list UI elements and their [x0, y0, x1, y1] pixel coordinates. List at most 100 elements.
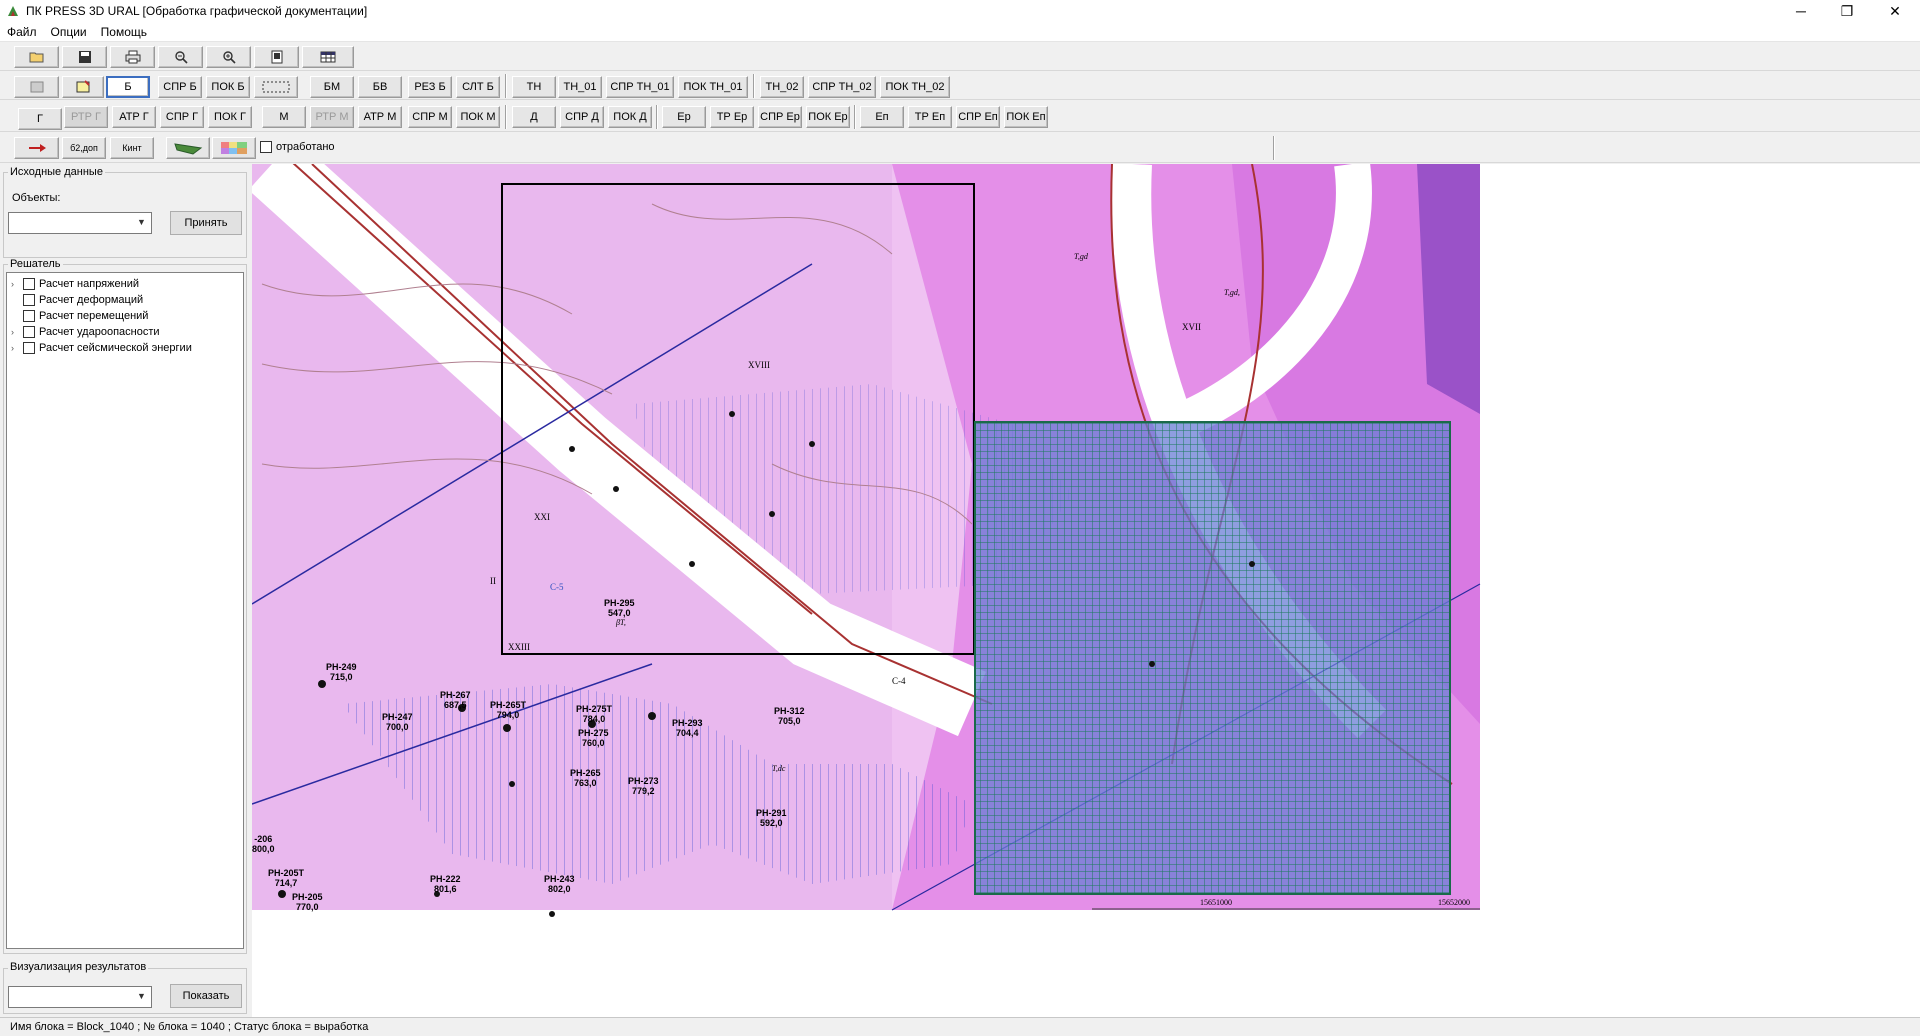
spr-tn01-button[interactable]: СПР ТН_01 — [606, 76, 674, 98]
bm-button[interactable]: БМ — [310, 76, 354, 98]
pok-tn01-button[interactable]: ПОК ТН_01 — [678, 76, 748, 98]
map-label: T,gd, — [1224, 288, 1240, 297]
checkbox-box[interactable] — [23, 341, 35, 354]
spr-en-button[interactable]: СПР Еп — [956, 106, 1000, 128]
tr-ep-button[interactable]: ТР Ер — [710, 106, 754, 128]
print-button[interactable] — [110, 46, 155, 68]
dotted-selection-icon — [262, 81, 290, 93]
rtr-g-button[interactable]: РТР Г — [64, 106, 108, 128]
zoom-out-button[interactable] — [158, 46, 203, 68]
tree-item-label: Расчет деформаций — [39, 293, 144, 306]
zoom-in-button[interactable] — [206, 46, 251, 68]
map-label: XXI — [534, 512, 550, 522]
coord-label: 15652000 — [1438, 898, 1470, 907]
checkbox-box[interactable] — [23, 325, 35, 338]
en-button[interactable]: Еп — [860, 106, 904, 128]
m-button[interactable]: М — [262, 106, 306, 128]
tree-item-displacement[interactable]: Расчет перемещений — [11, 308, 148, 323]
tn-button[interactable]: ТН — [512, 76, 556, 98]
coord-label: 15651000 — [1200, 898, 1232, 907]
worked-out-checkbox[interactable]: отработано — [260, 141, 335, 153]
minimize-button[interactable]: ─ — [1778, 0, 1824, 22]
separator — [505, 74, 507, 98]
menu-bar: Файл Опции Помощь — [0, 22, 1920, 42]
b2-dop-button[interactable]: б2,доп — [62, 137, 106, 159]
menu-file[interactable]: Файл — [0, 22, 44, 42]
rez-b-button[interactable]: РЕЗ Б — [408, 76, 452, 98]
tr-en-button[interactable]: ТР Еп — [908, 106, 952, 128]
b-button[interactable]: Б — [106, 76, 150, 98]
pok-g-button[interactable]: ПОК Г — [208, 106, 252, 128]
tree-item-deformation[interactable]: Расчет деформаций — [11, 292, 143, 307]
ep-button[interactable]: Ер — [662, 106, 706, 128]
restore-button[interactable]: ❐ — [1824, 0, 1870, 22]
pok-d-button[interactable]: ПОК Д — [608, 106, 652, 128]
slt-b-button[interactable]: СЛТ Б — [456, 76, 500, 98]
checkbox-box[interactable] — [23, 293, 35, 306]
viz-combo[interactable]: ▼ — [8, 986, 152, 1008]
expand-icon[interactable]: › — [11, 327, 23, 337]
accept-button[interactable]: Принять — [170, 211, 242, 235]
tree-item-outburst[interactable]: › Расчет удароопасности — [11, 324, 160, 339]
objects-combo[interactable]: ▼ — [8, 212, 152, 234]
tree-item-stress[interactable]: › Расчет напряжений — [11, 276, 139, 291]
map-label: РН-273 779,2 — [628, 776, 659, 796]
separator — [753, 74, 755, 98]
close-button[interactable]: ✕ — [1870, 0, 1920, 22]
save-button[interactable] — [62, 46, 107, 68]
color-grid-button[interactable] — [212, 137, 256, 159]
expand-icon[interactable]: › — [11, 343, 23, 353]
map-label: РН-265 763,0 — [570, 768, 601, 788]
objects-label: Объекты: — [10, 192, 63, 204]
spr-tn02-button[interactable]: СПР ТН_02 — [808, 76, 876, 98]
pok-tn02-button[interactable]: ПОК ТН_02 — [880, 76, 950, 98]
k-int-button[interactable]: Кинт — [110, 137, 154, 159]
checkbox-box[interactable] — [23, 309, 35, 322]
table-button[interactable] — [302, 46, 354, 68]
frame-button[interactable] — [14, 76, 59, 98]
tree-item-label: Расчет перемещений — [39, 309, 149, 322]
d-button[interactable]: Д — [512, 106, 556, 128]
menu-help[interactable]: Помощь — [94, 22, 154, 42]
checkbox-box[interactable] — [260, 141, 272, 153]
expand-icon[interactable]: › — [11, 279, 23, 289]
toolbar-tools: б2,доп Кинт отработано — [0, 134, 1920, 163]
tn02-button[interactable]: ТН_02 — [760, 76, 804, 98]
arrow-button[interactable] — [14, 137, 59, 159]
separator — [505, 105, 507, 129]
tn01-button[interactable]: ТН_01 — [558, 76, 602, 98]
surface-button[interactable] — [166, 137, 210, 159]
spr-g-button[interactable]: СПР Г — [160, 106, 204, 128]
spr-d-button[interactable]: СПР Д — [560, 106, 604, 128]
map-label: РН-291 592,0 — [756, 808, 787, 828]
map-label: -206 800,0 — [252, 834, 275, 854]
solver-tree[interactable]: › Расчет напряжений Расчет деформаций Ра… — [6, 272, 244, 949]
tree-item-seismic[interactable]: › Расчет сейсмической энергии — [11, 340, 192, 355]
selected-block-grid[interactable] — [974, 421, 1451, 895]
rtr-m-button[interactable]: РТР М — [310, 106, 354, 128]
menu-options[interactable]: Опции — [44, 22, 94, 42]
atr-g-button[interactable]: АТР Г — [112, 106, 156, 128]
pok-m-button[interactable]: ПОК М — [456, 106, 500, 128]
page-button[interactable] — [254, 46, 299, 68]
pok-en-button[interactable]: ПОК Еп — [1004, 106, 1048, 128]
spr-ep-button[interactable]: СПР Ер — [758, 106, 802, 128]
gray-square-icon — [30, 81, 43, 93]
note-button[interactable] — [62, 76, 104, 98]
title-bar: ПК PRESS 3D URAL [Обработка графической … — [0, 0, 1920, 22]
color-grid-icon — [221, 142, 247, 154]
g-button[interactable]: Г — [18, 108, 62, 130]
checkbox-box[interactable] — [23, 277, 35, 290]
toolbar-g: Г РТР Г АТР Г СПР Г ПОК Г М РТР М АТР М … — [0, 102, 1920, 132]
pok-b-button[interactable]: ПОК Б — [206, 76, 250, 98]
map-canvas[interactable]: РН-295 547,0 РН-249 715,0 РН-267 687,5 РН-2… — [248, 138, 1920, 1017]
pok-ep-button[interactable]: ПОК Ер — [806, 106, 850, 128]
show-button[interactable]: Показать — [170, 984, 242, 1008]
geology-map[interactable] — [248, 138, 1920, 1017]
select-area-button[interactable] — [254, 76, 298, 98]
bv-button[interactable]: БВ — [358, 76, 402, 98]
spr-m-button[interactable]: СПР М — [408, 106, 452, 128]
open-button[interactable] — [14, 46, 59, 68]
spr-b-button[interactable]: СПР Б — [158, 76, 202, 98]
atr-m-button[interactable]: АТР М — [358, 106, 402, 128]
